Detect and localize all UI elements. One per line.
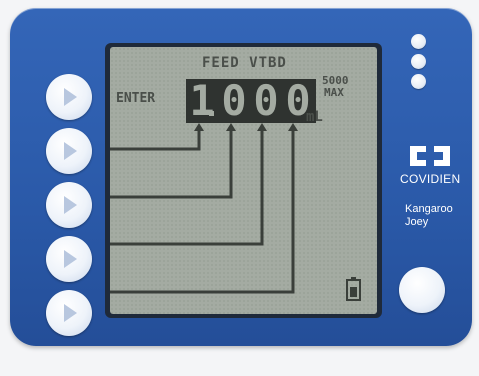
status-light-2	[411, 54, 426, 69]
play-triangle-icon	[64, 196, 77, 214]
digit-pointer-lines	[110, 123, 361, 301]
status-light-3	[411, 74, 426, 89]
pointer-arrow-4	[288, 123, 298, 131]
pointer-arrow-1	[194, 123, 204, 131]
covidien-logo-icon	[410, 146, 450, 166]
digit-button-5[interactable]	[46, 290, 92, 336]
pointer-arrow-2	[226, 123, 236, 131]
pointer-line-1	[110, 127, 201, 151]
status-light-1	[411, 34, 426, 49]
play-triangle-icon	[64, 88, 77, 106]
pointer-line-2	[110, 127, 233, 199]
product-name-line1: Kangaroo	[405, 203, 453, 215]
digit-button-4[interactable]	[46, 236, 92, 282]
play-triangle-icon	[64, 304, 77, 322]
digit-button-1[interactable]	[46, 74, 92, 120]
digit-button-3[interactable]	[46, 182, 92, 228]
pointer-line-3	[110, 127, 264, 246]
play-triangle-icon	[64, 142, 77, 160]
enter-button[interactable]	[399, 267, 445, 313]
pointer-line-4	[110, 127, 295, 294]
digit-button-2[interactable]	[46, 128, 92, 174]
product-name-line2: Joey	[405, 216, 429, 228]
lcd-screen: FEED VTBD ENTER 5000 MAX 1 0 0 0 mL	[110, 47, 377, 314]
brand-name: COVIDIEN	[400, 172, 461, 186]
play-triangle-icon	[64, 250, 77, 268]
battery-icon	[346, 277, 361, 301]
pointer-arrow-3	[257, 123, 267, 131]
